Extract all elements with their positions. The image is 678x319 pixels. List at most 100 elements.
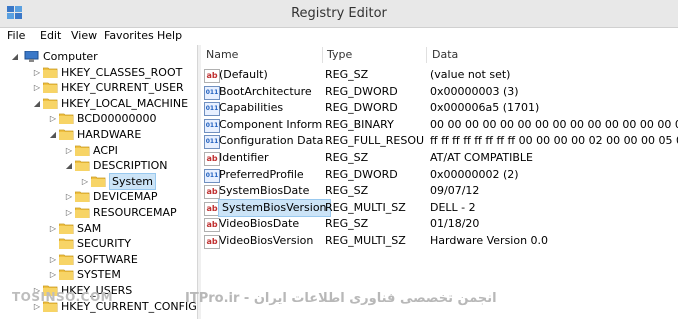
value-row[interactable]: 011 Configuration Data REG_FULL_RESOU... ff… [201,133,678,150]
tree-node[interactable]: ▷ ACPI [0,143,197,158]
value-data: 0x000006a5 (1701) [430,101,540,115]
column-separator[interactable] [426,47,427,63]
collapse-arrow-icon[interactable]: ◢ [48,127,58,142]
tree-node[interactable]: ▷ SAM [0,221,197,236]
expand-arrow-icon[interactable]: ▷ [64,143,74,158]
folder-icon [59,113,74,125]
tree-node-label: HKEY_CLASSES_ROOT [61,65,183,79]
binary-value-icon: 011 [204,118,220,133]
folder-icon [91,176,106,187]
string-value-icon: ab [204,69,220,83]
tree-node-label: HARDWARE [77,128,142,141]
binary-value-icon: 011 [204,135,220,150]
value-data: 0x00000003 (3) [430,84,519,98]
folder-icon [75,207,90,218]
tree-node-label: Computer [43,50,98,63]
value-type: REG_DWORD [325,101,398,115]
tree-node-label: SECURITY [77,237,131,251]
value-name: Component Inform... [219,117,323,131]
open-folder-icon [43,98,58,109]
value-row[interactable]: ab (Default) REG_SZ (value not set) [201,67,678,83]
expand-arrow-icon[interactable]: ▷ [48,267,58,282]
computer-icon [24,51,39,62]
expand-arrow-icon[interactable]: ▷ [32,65,42,80]
value-row[interactable]: 011 PreferredProfile REG_DWORD 0x00000002 (… [201,167,678,183]
expand-arrow-icon[interactable]: ◢ [10,49,20,64]
value-name: Configuration Data [219,134,323,148]
value-row[interactable]: 011 BootArchitecture REG_DWORD 0x00000003 (… [201,84,678,100]
folder-icon [43,82,58,94]
expand-arrow-icon[interactable]: ▷ [80,174,90,189]
binary-value-icon: 011 [204,85,220,100]
expand-arrow-icon[interactable]: ▷ [64,189,74,204]
expand-arrow-icon[interactable]: ▷ [48,221,58,236]
watermark-text: ITPro.ir - انجمن تخصصی فناوری اطلاعات ای… [185,291,497,306]
value-row[interactable]: ab SystemBiosDate REG_SZ 09/07/12 [201,183,678,200]
tree-node[interactable]: ▷ HKEY_CLASSES_ROOT [0,65,197,80]
value-row[interactable]: ab VideoBiosVersion REG_MULTI_SZ Hardware V… [201,233,678,249]
folder-icon [59,238,74,250]
watermark-left: TOSINSO.COM [12,290,114,304]
value-type: REG_DWORD [325,167,398,181]
value-type: REG_SZ [325,217,369,231]
tree-node[interactable]: ◢ DESCRIPTION [0,158,197,173]
value-name: PreferredProfile [219,167,304,181]
expand-arrow-icon[interactable]: ▷ [48,111,58,126]
tree-node[interactable]: ▷ BCD00000000 [0,111,197,126]
value-name: VideoBiosDate [219,217,300,231]
expand-arrow-icon[interactable]: ▷ [64,205,74,220]
values-list-pane[interactable]: Name Type Data ab (Default) REG_SZ (value n… [201,45,678,319]
column-header-type[interactable]: Type [327,45,352,65]
binary-value-icon: 011 [204,102,220,117]
column-header-data[interactable]: Data [432,45,458,65]
tree-node[interactable]: SECURITY [0,236,197,251]
tree-node[interactable]: ◢ Computer [0,49,197,64]
value-data: 0x00000002 (2) [430,167,519,181]
value-row[interactable]: ab SystemBiosVersion REG_MULTI_SZ DELL - 2 [201,198,678,217]
value-type: REG_DWORD [325,84,398,98]
menu-edit[interactable]: Edit [40,29,61,42]
title-bar: Registry Editor [0,0,678,28]
column-separator[interactable] [322,47,323,63]
expand-arrow-icon[interactable]: ▷ [48,252,58,267]
value-row[interactable]: ab Identifier REG_SZ AT/AT COMPATIBLE [201,150,678,166]
menu-view[interactable]: View [71,29,97,42]
tree-node[interactable]: ▷ SYSTEM [0,267,197,282]
value-name: (Default) [219,68,268,81]
tree-node[interactable]: ◢ HKEY_LOCAL_MACHINE [0,96,197,111]
folder-icon [75,145,90,156]
tree-node[interactable]: ▷ DEVICEMAP [0,189,197,204]
value-name: SystemBiosVersion [218,198,331,217]
tree-node[interactable]: ▷ HKEY_CURRENT_USER [0,80,197,95]
value-name: SystemBiosDate [219,184,310,198]
value-row[interactable]: 011 Capabilities REG_DWORD 0x000006a5 (1701… [201,100,678,117]
tree-node-label: System [109,172,157,190]
collapse-arrow-icon[interactable]: ◢ [32,96,42,111]
value-type: REG_SZ [325,151,369,164]
value-name: Capabilities [219,101,284,115]
menu-favorites[interactable]: Favorites [104,29,154,42]
open-folder-icon [59,129,74,140]
menu-help[interactable]: Help [157,29,182,42]
tree-node-label: DEVICEMAP [93,190,158,204]
value-row[interactable]: ab VideoBiosDate REG_SZ 01/18/20 [201,216,678,233]
tree-node-label: DESCRIPTION [93,159,168,173]
tree-node[interactable]: ▷ System [0,172,197,190]
folder-icon [43,67,58,78]
tree-node-label: HKEY_LOCAL_MACHINE [61,96,189,110]
menu-file[interactable]: File [7,29,25,42]
value-row[interactable]: 011 Component Inform... REG_BINARY 00 00 00… [201,117,678,133]
tree-node[interactable]: ◢ HARDWARE [0,127,197,142]
tree-node[interactable]: ▷ SOFTWARE [0,252,197,267]
tree-node-label: SYSTEM [77,268,121,282]
tree-node[interactable]: ▷ RESOURCEMAP [0,205,197,220]
folder-icon [59,254,74,265]
value-type: REG_SZ [325,68,369,81]
value-data: AT/AT COMPATIBLE [430,151,534,164]
collapse-arrow-icon[interactable]: ◢ [64,158,74,173]
value-data: 09/07/12 [430,184,480,198]
column-header-name[interactable]: Name [206,45,238,65]
expand-arrow-icon[interactable]: ▷ [32,80,42,95]
string-value-icon: ab [204,201,220,216]
key-tree-pane[interactable]: ◢ Computer ▷ HKEY_CLASSES_ROOT ▷ HKEY_CURRENT… [0,45,197,319]
